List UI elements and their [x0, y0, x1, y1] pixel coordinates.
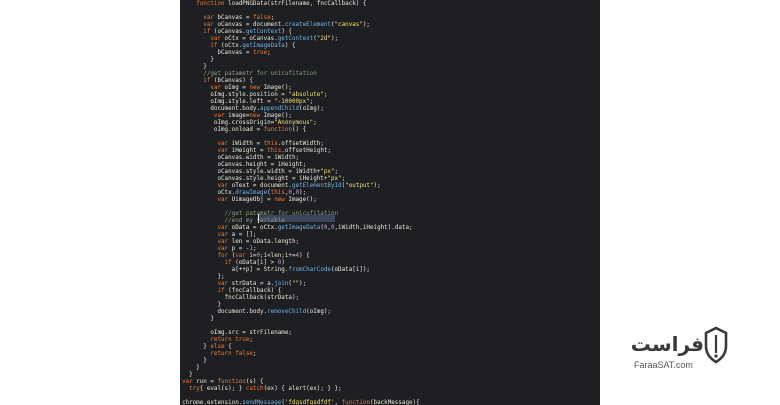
brand-logo: فراست FaraaSAT.com [630, 326, 728, 376]
code-line[interactable]: bCanvas = true; [182, 50, 420, 57]
code-line[interactable]: oCanvas.style.height = iHeight+"px"; [182, 176, 420, 183]
code-line[interactable]: } [182, 316, 420, 323]
code-line[interactable]: oCanvas.style.width = iWidth+"px"; [182, 169, 420, 176]
code-line[interactable]: var image=new Image(); [182, 113, 420, 120]
code-line[interactable] [182, 204, 420, 211]
code-line[interactable]: var oData = oCtx.getImageData(0,0,iWidth… [182, 225, 420, 232]
logo-wordmark: فراست [630, 332, 704, 356]
code-line[interactable]: //end my variable [182, 218, 420, 225]
code-line[interactable]: } [182, 358, 420, 365]
code-line[interactable]: if (oData[i] > 0) [182, 260, 420, 267]
code-line[interactable]: oImg.style.left = "-10000px"; [182, 99, 420, 106]
code-line[interactable]: if (oCanvas.getContext) { [182, 29, 420, 36]
code-line[interactable]: var p = -1; [182, 246, 420, 253]
code-line[interactable]: document.body.appendChild(oImg); [182, 106, 420, 113]
code-line[interactable]: oImg.crossOrigin="Anonymous"; [182, 120, 420, 127]
code-line[interactable]: fncCallback(strData); [182, 295, 420, 302]
code-line[interactable]: try{ eval(s); } catch(ex) { alert(ex); }… [182, 386, 420, 393]
code-line[interactable]: oCanvas.height = iHeight; [182, 162, 420, 169]
code-editor[interactable]: function loadPNGData(strFilename, fncCal… [180, 0, 600, 405]
code-line[interactable]: var oCtx = oCanvas.getContext("2d"); [182, 36, 420, 43]
code-line[interactable] [182, 134, 420, 141]
code-line[interactable]: var len = oData.length; [182, 239, 420, 246]
code-line[interactable]: var iHeight = this.offsetHeight; [182, 148, 420, 155]
code-line[interactable]: var bCanvas = false; [182, 15, 420, 22]
code-line[interactable]: } [182, 302, 420, 309]
code-line[interactable]: } [182, 64, 420, 71]
shield-icon [704, 326, 728, 364]
code-line[interactable]: } [182, 365, 420, 372]
code-line[interactable]: function loadPNGData(strFilename, fncCal… [182, 1, 420, 8]
code-line[interactable]: oImg.onload = function() { [182, 127, 420, 134]
code-line[interactable]: var oCanvas = document.createElement("ca… [182, 22, 420, 29]
code-line[interactable]: chrome.extension.sendMessage('fdgsdfgsdf… [182, 400, 420, 405]
code-line[interactable]: oCtx.drawImage(this,0,0); [182, 190, 420, 197]
code-line[interactable]: oImg.style.position = "absolute"; [182, 92, 420, 99]
code-line[interactable]: var strData = a.join(""); [182, 281, 420, 288]
code-line[interactable]: } [182, 372, 420, 379]
code-line[interactable]: var oImg = new Image(); [182, 85, 420, 92]
code-line[interactable]: var run = function(s) { [182, 379, 420, 386]
code-line[interactable]: oCanvas.width = iWidth; [182, 155, 420, 162]
code-line[interactable] [182, 323, 420, 330]
code-line[interactable]: //get patametr for unicufitation [182, 211, 420, 218]
code-line[interactable]: //get patametr for unicufitation [182, 71, 420, 78]
code-line[interactable]: } [182, 57, 420, 64]
code-line[interactable]: if (bCanvas) { [182, 78, 420, 85]
code-line[interactable] [182, 8, 420, 15]
code-line[interactable]: var UimageObj = new Image(); [182, 197, 420, 204]
code-line[interactable]: var a = []; [182, 232, 420, 239]
code-line[interactable]: return false; [182, 351, 420, 358]
code-line[interactable]: } else { [182, 344, 420, 351]
code-line[interactable]: if (fncCallback) { [182, 288, 420, 295]
code-line[interactable]: }; [182, 274, 420, 281]
code-line[interactable]: if (oCtx.getImageData) { [182, 43, 420, 50]
code-line[interactable]: oImg.src = strFilename; [182, 330, 420, 337]
logo-domain: FaraaSAT.com [634, 360, 693, 370]
code-line[interactable]: for (var i=0;i<len;i+=4) { [182, 253, 420, 260]
code-line[interactable]: var iWidth = this.offsetWidth; [182, 141, 420, 148]
code-line[interactable]: var oText = document.getElementById("out… [182, 183, 420, 190]
code-line[interactable]: document.body.removeChild(oImg); [182, 309, 420, 316]
code-line[interactable] [182, 393, 420, 400]
code-line[interactable]: return true; [182, 337, 420, 344]
code-line[interactable]: a[++p] = String.fromCharCode(oData[i]); [182, 267, 420, 274]
code-area[interactable]: function loadPNGData(strFilename, fncCal… [182, 1, 420, 405]
